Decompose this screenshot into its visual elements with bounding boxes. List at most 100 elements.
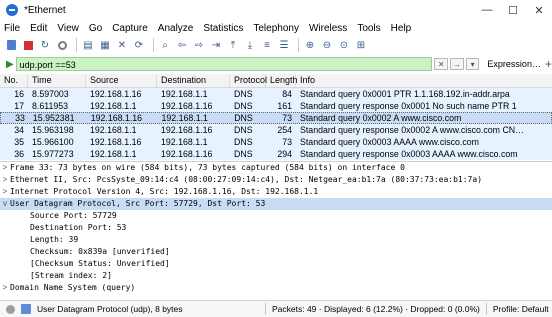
expand-caret-icon[interactable]: >	[0, 186, 10, 198]
cell-destination: 192.168.1.1	[161, 137, 208, 147]
tree-field-destination-port[interactable]: Destination Port: 53	[0, 222, 552, 234]
menu-analyze[interactable]: Analyze	[154, 23, 200, 34]
cell-destination: 192.168.1.16	[161, 101, 213, 111]
menu-wireless[interactable]: Wireless	[305, 23, 353, 34]
save-file-icon[interactable]: ▦	[98, 38, 112, 52]
open-file-icon[interactable]: ▤	[81, 38, 95, 52]
bookmark-icon[interactable]: ▶	[4, 58, 16, 70]
close-file-icon[interactable]: ✕	[115, 38, 129, 52]
menu-tools[interactable]: Tools	[353, 23, 386, 34]
zoom-out-icon[interactable]: ⊖	[320, 38, 334, 52]
menu-capture[interactable]: Capture	[108, 23, 154, 34]
tree-item-udp[interactable]: v User Datagram Protocol, Src Port: 57729…	[0, 198, 552, 210]
table-row[interactable]: 17 8.611953 192.168.1.1 192.168.1.16 DNS…	[0, 100, 552, 112]
expression-button[interactable]: Expression…	[487, 59, 541, 69]
expand-caret-icon[interactable]: >	[0, 282, 10, 294]
restart-capture-icon[interactable]: ↻	[38, 38, 52, 52]
toolbar-divider	[76, 38, 77, 52]
collapse-caret-icon[interactable]: v	[0, 198, 10, 210]
display-filter-bar: ▶ udp.port ==53 ✕ → ▾ Expression… +	[0, 56, 552, 72]
menu-file[interactable]: File	[0, 23, 26, 34]
column-header-length[interactable]: Length	[266, 74, 298, 87]
expert-info-icon[interactable]	[6, 304, 15, 314]
go-back-icon[interactable]: ⇦	[175, 38, 189, 52]
cell-source: 192.168.1.16	[90, 113, 143, 123]
status-profile[interactable]: Profile: Default	[493, 304, 549, 314]
tree-item-label: Domain Name System (query)	[10, 283, 136, 292]
packet-details-pane: > Frame 33: 73 bytes on wire (584 bits), …	[0, 161, 552, 294]
cell-no: 35	[14, 137, 24, 147]
capture-comment-icon[interactable]	[21, 304, 31, 314]
cell-info: Standard query response 0x0002 A www.cis…	[300, 125, 524, 135]
expand-caret-icon[interactable]: >	[0, 174, 10, 186]
column-header-info[interactable]: Info	[296, 74, 552, 87]
tree-item-label: Ethernet II, Src: PcsSyste_09:14:c4 (08:…	[10, 175, 483, 184]
packet-list: 16 8.597003 192.168.1.16 192.168.1.1 DNS…	[0, 88, 552, 160]
add-filter-button[interactable]: +	[545, 57, 552, 71]
table-row[interactable]: 36 15.977273 192.168.1.1 192.168.1.16 DN…	[0, 148, 552, 160]
last-packet-icon[interactable]: ⤓	[243, 38, 257, 52]
table-row-selected[interactable]: 33 15.952381 192.168.1.16 192.168.1.1 DN…	[0, 112, 552, 124]
tree-item-dns[interactable]: > Domain Name System (query)	[0, 282, 552, 294]
zoom-in-icon[interactable]: ⊕	[303, 38, 317, 52]
menu-go[interactable]: Go	[85, 23, 108, 34]
start-capture-icon[interactable]	[4, 38, 18, 52]
title-bar: *Ethernet — ☐ ✕	[0, 0, 552, 20]
reload-file-icon[interactable]: ⟳	[132, 38, 146, 52]
tree-item-ipv4[interactable]: > Internet Protocol Version 4, Src: 192.1…	[0, 186, 552, 198]
tree-field-stream-index[interactable]: [Stream index: 2]	[0, 270, 552, 282]
menu-edit[interactable]: Edit	[26, 23, 53, 34]
cell-info: Standard query 0x0003 AAAA www.cisco.com	[300, 137, 479, 147]
menu-help[interactable]: Help	[387, 23, 418, 34]
tree-field-source-port[interactable]: Source Port: 57729	[0, 210, 552, 222]
table-row[interactable]: 35 15.966100 192.168.1.16 192.168.1.1 DN…	[0, 136, 552, 148]
table-row[interactable]: 34 15.963198 192.168.1.1 192.168.1.16 DN…	[0, 124, 552, 136]
wireshark-fin-icon	[6, 4, 18, 16]
minimize-button[interactable]: —	[474, 0, 500, 20]
colorize-icon[interactable]: ☰	[277, 38, 291, 52]
tree-item-label: Internet Protocol Version 4, Src: 192.16…	[10, 187, 319, 196]
stop-capture-icon[interactable]	[21, 38, 35, 52]
apply-filter-icon[interactable]: →	[450, 58, 464, 70]
menu-statistics[interactable]: Statistics	[199, 23, 249, 34]
find-packet-icon[interactable]: ⌕	[158, 38, 172, 52]
table-row[interactable]: 16 8.597003 192.168.1.16 192.168.1.1 DNS…	[0, 88, 552, 100]
column-header-no[interactable]: No.	[0, 74, 28, 87]
cell-source: 192.168.1.1	[90, 125, 137, 135]
cell-info: Standard query response 0x0003 AAAA www.…	[300, 149, 518, 159]
capture-options-icon[interactable]	[55, 38, 69, 52]
display-filter-input[interactable]: udp.port ==53	[15, 57, 433, 71]
cell-no: 36	[14, 149, 24, 159]
cell-info: Standard query response 0x0001 No such n…	[300, 101, 517, 111]
column-header-time[interactable]: Time	[28, 74, 86, 87]
go-to-packet-icon[interactable]: ⇥	[209, 38, 223, 52]
cell-protocol: DNS	[234, 137, 253, 147]
menu-telephony[interactable]: Telephony	[249, 23, 305, 34]
cell-destination: 192.168.1.16	[161, 125, 213, 135]
column-header-protocol[interactable]: Protocol	[230, 74, 267, 87]
tree-item-ethernet[interactable]: > Ethernet II, Src: PcsSyste_09:14:c4 (08…	[0, 174, 552, 186]
zoom-normal-icon[interactable]: ⊙	[337, 38, 351, 52]
resize-columns-icon[interactable]: ⊞	[354, 38, 368, 52]
cell-destination: 192.168.1.16	[161, 149, 213, 159]
tree-field-checksum-status[interactable]: [Checksum Status: Unverified]	[0, 258, 552, 270]
recent-filters-icon[interactable]: ▾	[465, 58, 480, 70]
column-header-source[interactable]: Source	[86, 74, 157, 87]
first-packet-icon[interactable]: ⤒	[226, 38, 240, 52]
autoscroll-icon[interactable]: ≡	[260, 38, 274, 52]
close-button[interactable]: ✕	[526, 0, 552, 20]
clear-filter-icon[interactable]: ✕	[434, 58, 449, 70]
cell-no: 16	[14, 89, 24, 99]
cell-protocol: DNS	[234, 125, 253, 135]
menu-view[interactable]: View	[53, 23, 85, 34]
tree-item-label: Frame 33: 73 bytes on wire (584 bits), 7…	[10, 163, 405, 172]
maximize-button[interactable]: ☐	[500, 0, 526, 20]
expand-caret-icon[interactable]: >	[0, 162, 10, 174]
tree-field-length[interactable]: Length: 39	[0, 234, 552, 246]
cell-source: 192.168.1.16	[90, 89, 142, 99]
column-header-destination[interactable]: Destination	[157, 74, 230, 87]
tree-field-checksum[interactable]: Checksum: 0x839a [unverified]	[0, 246, 552, 258]
go-forward-icon[interactable]: ⇨	[192, 38, 206, 52]
tree-item-frame[interactable]: > Frame 33: 73 bytes on wire (584 bits), …	[0, 162, 552, 174]
cell-destination: 192.168.1.1	[161, 113, 208, 123]
